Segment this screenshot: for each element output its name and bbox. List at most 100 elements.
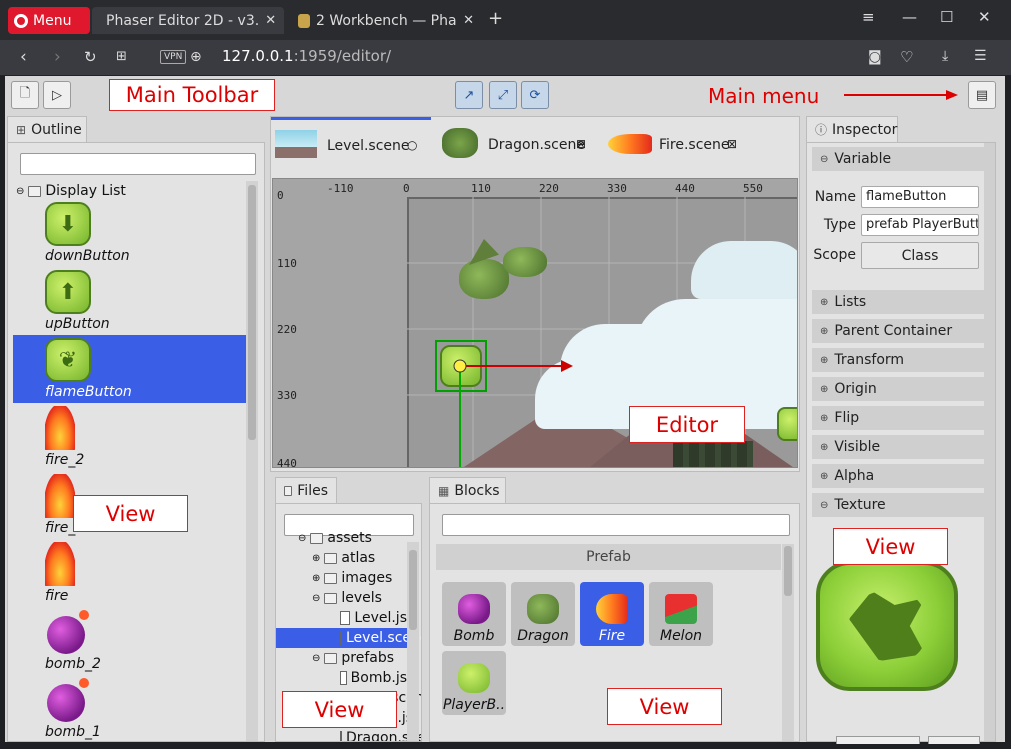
name-field[interactable]: flameButton [861,186,979,208]
file-tree-item[interactable]: Level.scene [276,628,421,648]
block-item[interactable]: Dragon [511,582,575,646]
outline-item[interactable]: bomb_1 [13,675,246,741]
inspector-section[interactable]: ⊕ Flip [812,406,984,430]
file-tree-item[interactable]: ⊖ levels [276,588,407,608]
outline-item[interactable]: ❦ flameButton [13,335,246,403]
section-variable[interactable]: ⊖ Variable [812,147,984,171]
texture-button[interactable] [836,736,920,744]
new-file-button[interactable]: 🗋 [11,81,39,109]
type-field[interactable]: prefab PlayerButto [861,214,979,236]
download-icon[interactable]: ⤓ [942,48,948,64]
rotate-tool-button[interactable]: ⟳ [521,81,549,109]
file-tree-item[interactable]: Bomb.js [276,668,407,688]
file-tree-item[interactable]: ⊕ atlas [276,548,407,568]
forward-arrow-icon[interactable]: › [54,47,61,67]
block-item[interactable]: PlayerB.. [442,651,506,715]
blocks-scroll-thumb[interactable] [784,546,792,596]
main-menu-button[interactable]: ▤ [968,81,996,109]
tab-outline[interactable]: ⊞ Outline [7,116,87,142]
close-window-icon[interactable]: ✕ [978,8,991,26]
new-tab-plus-icon[interactable]: + [488,8,503,29]
easy-setup-icon[interactable]: ☰ [974,48,987,64]
expand-icon[interactable]: ⊖ [312,593,320,604]
file-tree-label: assets [327,530,372,546]
blocks-search-input[interactable] [442,514,790,536]
scope-select[interactable]: Class [861,242,979,269]
outline-scroll-thumb[interactable] [248,185,256,440]
collapse-icon[interactable]: ⊖ [16,186,24,197]
outline-item[interactable]: ⬆ upButton [13,267,246,335]
snapshot-camera-icon[interactable]: ◙ [868,49,882,65]
close-tab-icon[interactable]: ⊠ [576,137,586,151]
outline-item-label: flameButton [45,384,132,400]
expand-icon[interactable]: ⊕ [312,573,320,584]
tab-files[interactable]: Files [275,477,337,503]
url-field[interactable]: 127.0.0.1:1959/editor/ [222,47,391,65]
close-tab-icon[interactable]: ✕ [265,13,276,28]
outline-scrollbar[interactable] [246,181,258,741]
vpn-badge[interactable]: VPN [160,50,187,64]
block-item[interactable]: Bomb [442,582,506,646]
minimize-icon[interactable]: — [902,8,917,26]
inspector-section[interactable]: ⊕ Visible [812,435,984,459]
file-tree-item[interactable]: Dragon.scene [276,728,421,741]
section-texture[interactable]: ⊖ Texture [812,493,984,517]
tab-dragon-scene[interactable]: Dragon.scene ⊠ [436,120,594,172]
files-scrollbar[interactable] [407,542,419,741]
inspector-section[interactable]: ⊕ Transform [812,348,984,372]
expand-icon[interactable]: ⊖ [298,533,306,544]
browser-tab-title: 2 Workbench — Pha [316,12,457,29]
inspector-section[interactable]: ⊕ Alpha [812,464,984,488]
display-list-root[interactable]: ⊖ Display List [16,183,126,199]
folder-icon [324,572,338,584]
texture-button[interactable] [928,736,980,744]
tab-level-scene[interactable]: Level.scene ○ [271,117,431,175]
files-scroll-thumb[interactable] [409,550,417,630]
expand-icon[interactable]: ⊕ [312,553,320,564]
outline-item[interactable]: fire_2 [13,403,246,471]
expand-icon[interactable]: ⊖ [312,653,320,664]
heart-icon[interactable]: ♡ [900,48,913,66]
url-host: 127.0.0.1 [222,47,294,65]
tab-fire-scene[interactable]: Fire.scene ⊠ [604,120,754,172]
browser-menu-button[interactable]: Menu [8,7,90,34]
play-button[interactable]: ▷ [43,81,71,109]
tab-level-label: Level.scene [327,138,410,154]
file-tree-item[interactable]: Level.js [276,608,407,628]
outline-item[interactable]: bomb_2 [13,607,246,675]
rotate-tool-icon: ⟳ [529,87,541,103]
browser-tab-phaser[interactable]: Phaser Editor 2D - v3. ✕ [92,7,284,34]
tab-inspector[interactable]: ⓘ Inspector [806,116,898,142]
maximize-icon[interactable]: ☐ [940,8,953,26]
blocks-section-header[interactable]: Prefab [436,544,781,570]
close-tab-icon[interactable]: ✕ [463,13,474,28]
scale-tool-button[interactable]: ⤢ [489,81,517,109]
tab-dirty-icon[interactable]: ○ [407,138,417,152]
inspector-section[interactable]: ⊕ Lists [812,290,984,314]
outline-item[interactable]: fire [13,539,246,607]
back-arrow-icon[interactable]: ‹ [20,47,27,67]
inspector-section[interactable]: ⊕ Origin [812,377,984,401]
browser-tab-workbench[interactable]: 2 Workbench — Pha ✕ [290,7,482,34]
outline-item[interactable]: ⬇ downButton [13,199,246,267]
translate-tool-button[interactable]: ↗ [455,81,483,109]
section-label: Lists [834,294,867,310]
blocks-scrollbar[interactable] [782,544,794,741]
block-item[interactable]: Melon [649,582,713,646]
outline-search-input[interactable] [20,153,256,175]
close-tab-icon[interactable]: ⊠ [727,137,737,151]
bomb-sprite-icon [45,678,93,722]
player-button-sprite[interactable] [777,407,797,441]
file-tree-item[interactable]: ⊖ assets [276,528,407,548]
tab-menu-icon[interactable]: ≡ [862,8,875,26]
inspector-scrollbar[interactable] [984,143,995,741]
folder-icon [310,532,324,544]
speed-dial-icon[interactable]: ⊞ [116,49,127,64]
inspector-section[interactable]: ⊕ Parent Container [812,319,984,343]
reload-icon[interactable]: ↻ [84,48,97,66]
tab-blocks[interactable]: ▦ Blocks [429,477,506,503]
block-item[interactable]: Fire [580,582,644,646]
file-tree-item[interactable]: ⊕ images [276,568,407,588]
file-tree-item[interactable]: ⊖ prefabs [276,648,407,668]
file-tree-label: images [341,570,393,586]
